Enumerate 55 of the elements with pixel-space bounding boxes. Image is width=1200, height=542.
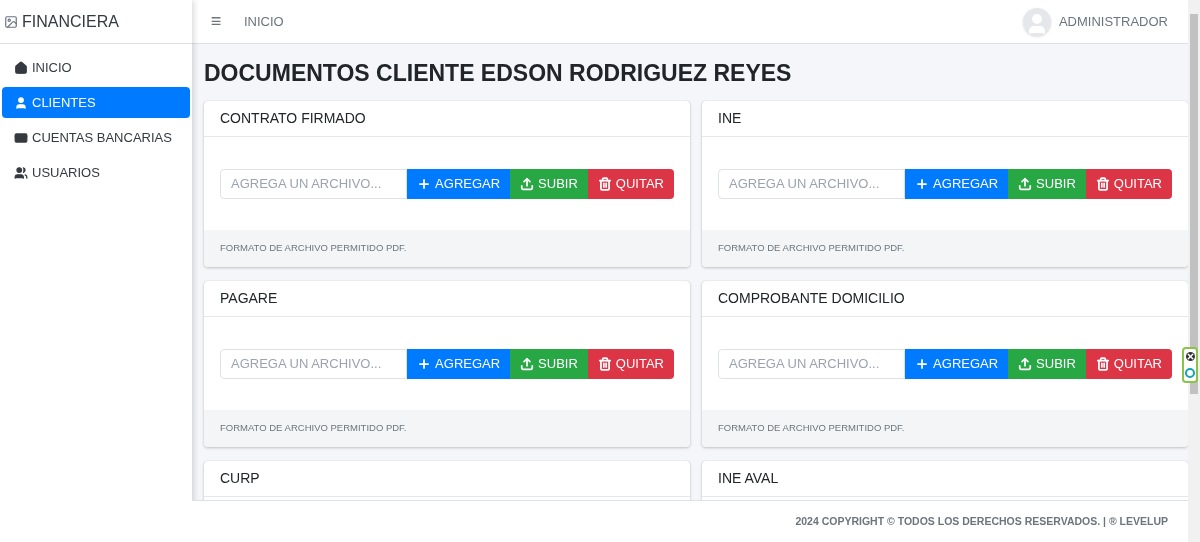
avatar-icon: [1022, 7, 1051, 36]
remove-button[interactable]: QUITAR: [587, 168, 674, 199]
broken-image-icon: [4, 14, 18, 29]
upload-button[interactable]: SUBIR: [510, 348, 588, 379]
sidebar-item[interactable]: CUENTAS BANCARIAS: [2, 122, 190, 153]
trash-icon: [597, 356, 612, 371]
plus-icon: [915, 356, 930, 371]
menu-button[interactable]: ≡: [208, 8, 224, 35]
upload-icon: [520, 176, 535, 191]
upload-icon: [1018, 176, 1033, 191]
card-title: COMPROBANTE DOMICILIO: [718, 289, 905, 308]
card-title: CONTRATO FIRMADO: [220, 109, 366, 128]
user-icon: [14, 95, 28, 110]
card-icon: [14, 130, 28, 145]
trash-icon: [1095, 176, 1110, 191]
add-button[interactable]: AGREGAR: [905, 348, 1009, 379]
file-input-field[interactable]: AGREGA UN ARCHIVO...: [220, 348, 408, 379]
copyright-text: 2024 COPYRIGHT © TODOS LOS DERECHOS RESERVADOS. | ® LEVELUP: [795, 513, 1168, 529]
file-input-field[interactable]: AGREGA UN ARCHIVO...: [718, 348, 906, 379]
home-icon: [14, 60, 28, 75]
format-note: FORMATO DE ARCHIVO PERMITIDO PDF.: [220, 241, 407, 256]
user-name[interactable]: ADMINISTRADOR: [1058, 11, 1168, 32]
format-note: FORMATO DE ARCHIVO PERMITIDO PDF.: [718, 241, 905, 256]
sidebar-item[interactable]: INICIO: [2, 52, 190, 83]
sidebar-item[interactable]: CLIENTES: [2, 87, 190, 118]
remove-button[interactable]: QUITAR: [1085, 348, 1172, 379]
card-title: INE: [718, 109, 742, 128]
upload-button[interactable]: SUBIR: [1008, 168, 1086, 199]
plus-icon: [915, 176, 930, 191]
add-button[interactable]: AGREGAR: [407, 348, 511, 379]
file-input-field[interactable]: AGREGA UN ARCHIVO...: [718, 168, 906, 199]
card-title: CURP: [220, 469, 260, 488]
sidebar-item[interactable]: USUARIOS: [2, 157, 190, 188]
breadcrumb-link[interactable]: INICIO: [244, 11, 284, 32]
users-icon: [14, 165, 28, 180]
add-button[interactable]: AGREGAR: [905, 168, 1009, 199]
format-note: FORMATO DE ARCHIVO PERMITIDO PDF.: [718, 421, 905, 436]
upload-icon: [520, 356, 535, 371]
remove-button[interactable]: QUITAR: [1085, 168, 1172, 199]
remove-button[interactable]: QUITAR: [587, 348, 674, 379]
close-icon[interactable]: [1185, 352, 1195, 362]
page-title: DOCUMENTOS CLIENTE EDSON RODRIGUEZ REYES: [204, 59, 793, 88]
upload-icon: [1018, 356, 1033, 371]
brand-name: FINANCIERA: [22, 11, 119, 32]
card-title: PAGARE: [220, 289, 278, 308]
trash-icon: [1095, 356, 1110, 371]
trash-icon: [597, 176, 612, 191]
plus-icon: [417, 356, 432, 371]
add-button[interactable]: AGREGAR: [407, 168, 511, 199]
card-title: INE AVAL: [718, 469, 779, 488]
file-input-field[interactable]: AGREGA UN ARCHIVO...: [220, 168, 408, 199]
format-note: FORMATO DE ARCHIVO PERMITIDO PDF.: [220, 421, 407, 436]
plus-icon: [417, 176, 432, 191]
upload-button[interactable]: SUBIR: [510, 168, 588, 199]
upload-button[interactable]: SUBIR: [1008, 348, 1086, 379]
